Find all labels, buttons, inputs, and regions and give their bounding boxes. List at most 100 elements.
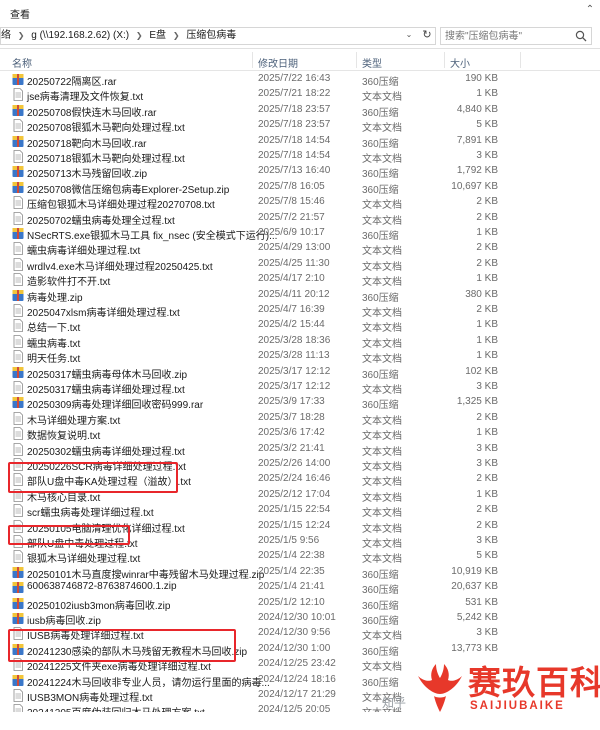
file-row[interactable]: wrdlv4.exe木马详细处理过程20250425.txt 2025/4/25 … [0,257,600,273]
file-row[interactable]: 20250309病毒处理详细回收密码999.rar 2025/3/9 17:33 3… [0,395,600,411]
file-name[interactable]: 20241205百度伪装回归木马处理方案.txt [27,704,205,712]
file-row[interactable]: jse病毒清理及文件恢复.txt 2025/7/21 18:22 文本文档 1 KB [0,87,600,103]
file-name[interactable]: 20250708假快连木马回收.rar [27,104,157,119]
address-bar: 络 ❯ g (\\192.168.2.62) (X:) ❯ E盘 ❯ 压缩包病毒… [0,24,600,49]
archive-file-icon [12,181,24,193]
file-name[interactable]: 20250101木马直度搜winrar中毒残留木马处理过程.zip [27,566,264,581]
file-row[interactable]: iusb病毒回收.zip 2024/12/30 10:01 360压缩 5,242 K… [0,611,600,627]
file-row[interactable]: 20250317蠕虫病毒详细处理过程.txt 2025/3/17 12:12 文本文… [0,380,600,396]
file-row[interactable]: 2025047xlsm病毒详细处理过程.txt 2025/4/7 16:39 文本文… [0,303,600,319]
file-name[interactable]: 蠕虫病毒详细处理过程.txt [27,242,140,257]
file-row[interactable]: 20250702蠕虫病毒处理全过程.txt 2025/7/2 21:57 文本文档 2… [0,211,600,227]
chevron-right-icon[interactable]: ❯ [14,28,29,44]
file-name[interactable]: 病毒处理.zip [27,289,83,304]
file-row[interactable]: 20250713木马残留回收.zip 2025/7/13 16:40 360压缩 1,… [0,164,600,180]
file-modified-date: 2025/7/18 23:57 [258,103,331,115]
file-name[interactable]: 木马详细处理方案.txt [27,412,120,427]
file-row[interactable]: 20250708假快连木马回收.rar 2025/7/18 23:57 360压缩 4… [0,103,600,119]
file-size: 1 KB [476,427,498,439]
file-size: 7,891 KB [456,134,498,146]
file-row[interactable]: 银狐木马详细处理过程.txt 2025/1/4 22:38 文本文档 5 KB [0,549,600,565]
archive-file-icon [12,366,24,378]
file-row[interactable]: 20250101木马直度搜winrar中毒残留木马处理过程.zip 2025/1/… [0,565,600,581]
file-row[interactable]: 20250718银狐木马靶向处理过程.txt 2025/7/18 14:54 文本文… [0,149,600,165]
file-name[interactable]: 数据恢复说明.txt [27,427,100,442]
column-divider[interactable] [520,52,521,68]
breadcrumb-current-folder[interactable]: 压缩包病毒 [186,28,236,44]
breadcrumb-drive[interactable]: g (\\192.168.2.62) (X:) [31,28,129,44]
column-divider[interactable] [252,52,253,68]
file-row[interactable]: 病毒处理.zip 2025/4/11 20:12 360压缩 380 KB [0,288,600,304]
file-name[interactable]: scr蠕虫病毒处理详细过程.txt [27,504,154,519]
menu-view[interactable]: 查看 [10,6,30,21]
file-name[interactable]: 2025047xlsm病毒详细处理过程.txt [27,304,180,319]
column-header-type[interactable]: 类型 [362,55,382,70]
file-name[interactable]: 20250708微信压缩包病毒Explorer-2Setup.zip [27,181,229,196]
chevron-right-icon[interactable]: ❯ [132,28,147,44]
column-header-size[interactable]: 大小 [450,55,470,70]
chevron-down-icon[interactable]: ⌄ [402,28,416,42]
file-row[interactable]: 20250708银狐木马靶向处理过程.txt 2025/7/18 23:57 文本文… [0,118,600,134]
file-row[interactable]: 20250718靶向木马回收.rar 2025/7/18 14:54 360压缩 7,… [0,134,600,150]
chevron-up-icon[interactable]: ⌃ [584,4,596,16]
file-size: 2 KB [476,519,498,531]
breadcrumb-folder-e[interactable]: E盘 [149,28,166,44]
file-name[interactable]: NSecRTS.exe银狐木马工具 fix_nsec (安全模式下运行)... [27,227,277,242]
file-name[interactable]: 20250702蠕虫病毒处理全过程.txt [27,212,175,227]
file-name[interactable]: IUSB3MON病毒处理过程.txt [27,689,153,704]
chevron-right-icon[interactable]: ❯ [169,28,184,44]
file-row[interactable]: 蠕虫病毒详细处理过程.txt 2025/4/29 13:00 文本文档 2 KB [0,241,600,257]
file-name[interactable]: 蠕虫病毒.txt [27,335,80,350]
file-name[interactable]: 银狐木马详细处理过程.txt [27,550,140,565]
file-name[interactable]: 20241224木马回收非专业人员，请勿运行里面的病毒... [27,674,270,689]
file-row[interactable]: 明天任务.txt 2025/3/28 11:13 文本文档 1 KB [0,349,600,365]
breadcrumb[interactable]: 络 ❯ g (\\192.168.2.62) (X:) ❯ E盘 ❯ 压缩包病毒 [0,27,436,45]
file-row[interactable]: 数据恢复说明.txt 2025/3/6 17:42 文本文档 1 KB [0,426,600,442]
file-name[interactable]: jse病毒清理及文件恢复.txt [27,88,143,103]
file-row[interactable]: 木马详细处理方案.txt 2025/3/7 18:28 文本文档 2 KB [0,411,600,427]
column-header-name[interactable]: 名称 [12,55,32,70]
column-divider[interactable] [444,52,445,68]
file-row[interactable]: scr蠕虫病毒处理详细过程.txt 2025/1/15 22:54 文本文档 2 KB [0,503,600,519]
file-row[interactable]: 20250302蠕虫病毒详细处理过程.txt 2025/3/2 21:41 文本文档… [0,442,600,458]
file-name[interactable]: 20250722隔离区.rar [27,73,117,88]
file-row[interactable]: 压缩包银狐木马详细处理过程20270708.txt 2025/7/8 15:46 文… [0,195,600,211]
file-type: 360压缩 [362,616,399,627]
file-name[interactable]: 明天任务.txt [27,350,80,365]
file-name[interactable]: iusb病毒回收.zip [27,612,101,627]
file-name[interactable]: 20250309病毒处理详细回收密码999.rar [27,396,203,411]
file-name[interactable]: 压缩包银狐木马详细处理过程20270708.txt [27,196,215,211]
file-name[interactable]: 20250718银狐木马靶向处理过程.txt [27,150,185,165]
file-row[interactable]: 600638746872-8763874600.1.zip 2025/1/4 21… [0,580,600,596]
file-name[interactable]: 20250102iusb3mon病毒回收.zip [27,597,170,612]
file-name[interactable]: 造影软件打不开.txt [27,273,110,288]
file-type: 360压缩 [362,369,399,381]
file-row[interactable]: NSecRTS.exe银狐木马工具 fix_nsec (安全模式下运行)... 2… [0,226,600,242]
file-name[interactable]: 20250713木马残留回收.zip [27,165,147,180]
file-size: 2 KB [476,504,498,516]
file-name[interactable]: 20250302蠕虫病毒详细处理过程.txt [27,443,185,458]
file-name[interactable]: 20250708银狐木马靶向处理过程.txt [27,119,185,134]
file-name[interactable]: 20250317蠕虫病毒详细处理过程.txt [27,381,185,396]
file-size: 10,697 KB [451,180,498,192]
file-name[interactable]: 600638746872-8763874600.1.zip [27,581,177,592]
file-row[interactable]: 20250722隔离区.rar 2025/7/22 16:43 360压缩 190 K… [0,72,600,88]
file-row[interactable]: 20250708微信压缩包病毒Explorer-2Setup.zip 2025/7… [0,180,600,196]
column-header-date[interactable]: 修改日期 [258,55,298,70]
file-row[interactable]: 总结一下.txt 2025/4/2 15:44 文本文档 1 KB [0,318,600,334]
file-row[interactable]: 造影软件打不开.txt 2025/4/17 2:10 文本文档 1 KB [0,272,600,288]
file-name[interactable]: 20250718靶向木马回收.rar [27,135,147,150]
file-row[interactable]: 20250317蠕虫病毒母体木马回收.zip 2025/3/17 12:12 360… [0,365,600,381]
file-row[interactable]: 蠕虫病毒.txt 2025/3/28 18:36 文本文档 1 KB [0,334,600,350]
file-name[interactable]: 总结一下.txt [27,319,80,334]
column-divider[interactable] [356,52,357,68]
file-modified-date: 2025/3/28 11:13 [258,350,330,362]
file-name[interactable]: 20250317蠕虫病毒母体木马回收.zip [27,366,187,381]
search-input[interactable] [445,29,571,43]
file-modified-date: 2025/4/25 11:30 [258,257,330,269]
refresh-icon[interactable]: ↻ [420,28,434,42]
file-row[interactable]: 20250102iusb3mon病毒回收.zip 2025/1/2 12:10 36… [0,596,600,612]
breadcrumb-network[interactable]: 络 [1,28,11,44]
file-name[interactable]: wrdlv4.exe木马详细处理过程20250425.txt [27,258,213,273]
search-icon[interactable] [575,30,587,42]
